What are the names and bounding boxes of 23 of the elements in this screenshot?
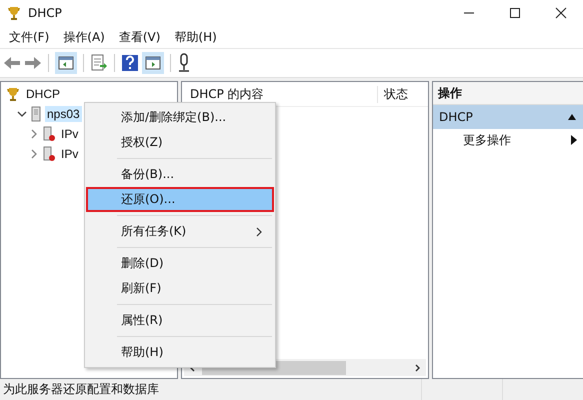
actions-header: 操作 — [433, 82, 583, 105]
actions-section-title[interactable]: DHCP — [439, 110, 473, 124]
context-menu-item[interactable]: 属性(R) — [86, 308, 274, 333]
context-menu-item[interactable]: 帮助(H) — [86, 340, 274, 365]
menu-item[interactable]: 帮助(H) — [174, 28, 217, 46]
context-menu-item[interactable]: 授权(Z) — [86, 130, 274, 155]
tree-item[interactable]: DHCP — [24, 86, 62, 102]
tree-item[interactable]: nps03 — [45, 106, 82, 122]
menu-item[interactable]: 文件(F) — [9, 28, 50, 46]
column-header[interactable]: 状态 — [378, 86, 428, 102]
context-menu-item[interactable]: 刷新(F) — [86, 276, 274, 301]
context-menu-item[interactable]: 还原(O)... — [86, 187, 274, 212]
window-title: DHCP — [28, 6, 62, 20]
menu-item[interactable]: 查看(V) — [118, 28, 160, 46]
context-menu-item[interactable]: 添加/删除绑定(B)... — [86, 105, 274, 130]
context-menu-item[interactable]: 所有任务(K) — [86, 219, 274, 244]
tree-item[interactable]: IPv — [59, 146, 80, 162]
menu-item[interactable]: 操作(A) — [63, 28, 105, 46]
context-menu-item[interactable]: 删除(D) — [86, 251, 274, 276]
status-text: 为此服务器还原配置和数据库 — [2, 381, 160, 398]
tree-item[interactable]: IPv — [59, 126, 80, 142]
context-menu-item[interactable]: 备份(B)... — [86, 162, 274, 187]
action-link[interactable]: 更多操作 — [463, 132, 511, 148]
